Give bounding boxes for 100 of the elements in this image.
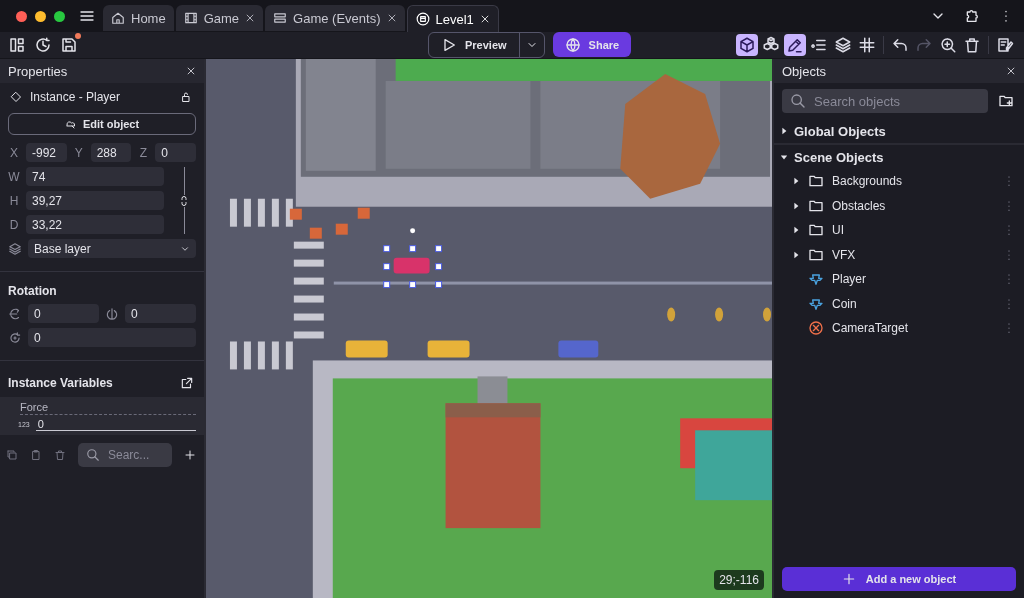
cursor-coordinates: 29;-116 bbox=[714, 570, 764, 590]
layers-icon bbox=[8, 241, 22, 256]
instance-label: Instance - Player bbox=[30, 90, 122, 104]
tab-label: Level1 bbox=[435, 11, 474, 27]
number-field[interactable]: 0 bbox=[155, 143, 196, 162]
expand-arrow-icon bbox=[792, 250, 800, 259]
expand-arrow-icon bbox=[780, 127, 788, 135]
tree-group[interactable]: Scene Objects bbox=[774, 143, 1024, 169]
paste-icon[interactable] bbox=[30, 449, 42, 461]
close-window-dot[interactable] bbox=[16, 10, 27, 22]
object-item[interactable]: CameraTarget bbox=[774, 316, 1024, 341]
history-icon[interactable] bbox=[34, 36, 52, 54]
maximize-window-dot[interactable] bbox=[54, 10, 65, 22]
toolbar-button[interactable] bbox=[736, 34, 758, 56]
coin-drawing bbox=[763, 307, 771, 322]
car-drawing bbox=[345, 340, 388, 358]
tree-group[interactable]: Global Objects bbox=[774, 119, 1024, 143]
number-field[interactable]: 0 bbox=[125, 304, 196, 323]
number-field[interactable]: -992 bbox=[26, 143, 67, 162]
coin-drawing bbox=[667, 307, 676, 322]
number-field[interactable]: 74 bbox=[26, 167, 164, 186]
object-name: Player bbox=[832, 272, 867, 287]
trash-icon bbox=[963, 36, 981, 54]
pencil-icon bbox=[786, 36, 804, 54]
puzzle-icon[interactable] bbox=[964, 8, 980, 24]
layer-dropdown[interactable]: Base layer bbox=[28, 239, 196, 258]
expand-arrow-icon bbox=[792, 201, 800, 210]
object-item[interactable]: UI bbox=[774, 218, 1024, 243]
crate-drawing bbox=[309, 227, 322, 239]
film-icon bbox=[183, 11, 198, 25]
tab-label: Game (Events) bbox=[293, 10, 381, 26]
number-field[interactable]: 39,27 bbox=[26, 191, 164, 210]
number-field[interactable]: 288 bbox=[90, 143, 132, 162]
number-field[interactable]: 0 bbox=[28, 304, 99, 323]
cube-icon bbox=[738, 36, 756, 54]
unlock-icon[interactable] bbox=[180, 91, 192, 103]
undo-icon bbox=[891, 36, 909, 54]
close-icon[interactable] bbox=[245, 13, 256, 23]
number-field[interactable]: 0 bbox=[28, 328, 196, 347]
objects-icon bbox=[64, 118, 77, 130]
add-icon bbox=[841, 572, 856, 586]
car-drawing bbox=[558, 340, 599, 358]
close-icon[interactable] bbox=[479, 14, 490, 24]
number-field[interactable]: 33,22 bbox=[26, 215, 164, 234]
crate-drawing bbox=[335, 223, 348, 235]
search-field[interactable]: Search objects bbox=[782, 89, 988, 113]
tab[interactable]: Game (Events) bbox=[265, 5, 405, 31]
object-name: UI bbox=[832, 223, 845, 238]
object-item[interactable]: VFX bbox=[774, 242, 1024, 267]
field-label: Y bbox=[73, 145, 84, 160]
car-drawing bbox=[427, 340, 470, 358]
field-label: Z bbox=[138, 145, 148, 160]
tab[interactable]: Game bbox=[175, 5, 264, 31]
object-name: Coin bbox=[832, 296, 858, 311]
expand-arrow-icon bbox=[792, 226, 800, 235]
rotate-y-icon bbox=[105, 306, 119, 321]
tab-label: Home bbox=[131, 10, 166, 26]
menu-icon[interactable] bbox=[79, 8, 95, 24]
edit-object-button[interactable]: Edit object bbox=[8, 113, 196, 135]
field-label: D bbox=[8, 217, 20, 232]
tab-label: Game bbox=[203, 10, 240, 26]
scene-icon bbox=[415, 12, 430, 26]
open-external-icon[interactable] bbox=[180, 376, 194, 390]
object-item[interactable]: Coin bbox=[774, 291, 1024, 316]
section-title: Instance Variables bbox=[8, 376, 114, 390]
rotate-z-icon bbox=[8, 330, 22, 345]
trash-icon[interactable] bbox=[54, 449, 66, 461]
target-icon bbox=[808, 320, 824, 337]
add-icon[interactable] bbox=[184, 449, 196, 461]
zoom-in-icon bbox=[939, 36, 957, 54]
variable-value-field[interactable]: 0 bbox=[35, 418, 196, 431]
object-item[interactable]: Backgrounds bbox=[774, 169, 1024, 194]
minimize-window-dot[interactable] bbox=[35, 10, 46, 22]
tab[interactable]: Level1 bbox=[406, 5, 499, 32]
rotate-x-icon bbox=[8, 306, 22, 321]
selection-box[interactable] bbox=[383, 228, 443, 289]
expand-arrow-icon bbox=[792, 177, 800, 186]
field-label: W bbox=[8, 169, 20, 184]
diamond-icon bbox=[10, 91, 22, 103]
field-label: X bbox=[9, 145, 19, 160]
copy-icon[interactable] bbox=[6, 449, 18, 461]
variable-name[interactable]: Force bbox=[20, 401, 196, 415]
save-icon[interactable] bbox=[60, 36, 78, 54]
toolbar-button[interactable] bbox=[784, 34, 806, 56]
close-icon[interactable] bbox=[1006, 66, 1016, 76]
link-icon[interactable] bbox=[178, 194, 190, 207]
share-button[interactable]: Share bbox=[552, 32, 632, 57]
close-icon[interactable] bbox=[386, 13, 397, 23]
close-icon[interactable] bbox=[186, 66, 196, 76]
object-item[interactable]: Player bbox=[774, 267, 1024, 292]
panels-icon[interactable] bbox=[8, 36, 26, 54]
add-folder-icon[interactable] bbox=[998, 93, 1014, 109]
add-object-button[interactable]: Add a new object bbox=[782, 567, 1016, 591]
object-name: Obstacles bbox=[832, 198, 887, 213]
search-field[interactable]: Searc... bbox=[78, 443, 172, 467]
tab[interactable]: Home bbox=[103, 5, 174, 31]
expand-arrow-icon bbox=[780, 153, 788, 161]
home-icon bbox=[111, 11, 125, 25]
object-item[interactable]: Obstacles bbox=[774, 193, 1024, 218]
crate-drawing bbox=[289, 208, 302, 220]
